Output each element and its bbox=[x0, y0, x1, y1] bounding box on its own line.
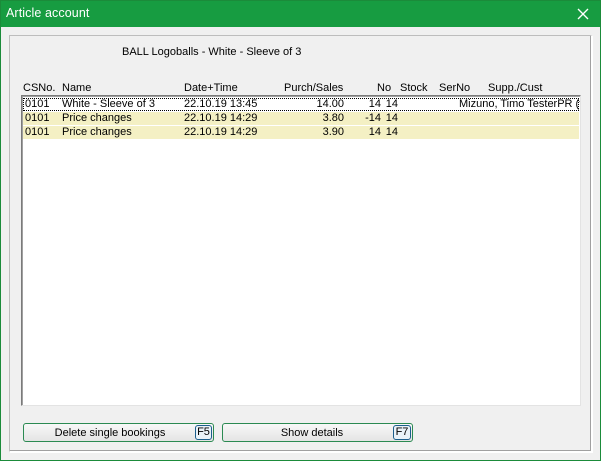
column-header-purch-sales[interactable]: Purch/Sales bbox=[284, 82, 343, 94]
details-button-label: Show details bbox=[280, 427, 344, 439]
table-row[interactable]: 0101 Price changes 22.10.19 14:29 3.80 -… bbox=[23, 112, 579, 125]
cell-name: White - Sleeve of 3 bbox=[62, 98, 155, 110]
table-row[interactable]: 0101 Price changes 22.10.19 14:29 3.90 1… bbox=[23, 126, 579, 139]
table-row[interactable]: 0101 White - Sleeve of 3 22.10.19 13:45 … bbox=[23, 98, 581, 111]
cell-no: 14 bbox=[385, 112, 398, 124]
cell-price: 3.90 bbox=[322, 126, 344, 138]
cell-datetime: 22.10.19 13:45 bbox=[184, 98, 258, 110]
cell-price: 3.80 bbox=[322, 112, 344, 124]
cell-csno: 0101 bbox=[25, 112, 50, 124]
close-icon bbox=[577, 8, 589, 20]
column-header-stock[interactable]: Stock bbox=[400, 82, 428, 94]
column-header-datetime[interactable]: Date+Time bbox=[184, 82, 238, 94]
cell-name: Price changes bbox=[62, 126, 132, 138]
column-header-name[interactable]: Name bbox=[62, 82, 91, 94]
column-header-serno[interactable]: SerNo bbox=[439, 82, 470, 94]
title-bar[interactable]: Article account bbox=[1, 1, 600, 27]
article-heading: BALL Logoballs - White - Sleeve of 3 bbox=[122, 46, 302, 58]
cell-csno: 0101 bbox=[25, 126, 50, 138]
shortcut-f7-badge: F7 bbox=[393, 425, 411, 440]
cell-no: 14 bbox=[385, 98, 398, 110]
cell-price: 14.00 bbox=[316, 98, 344, 110]
bookings-list[interactable]: 0101 White - Sleeve of 3 22.10.19 13:45 … bbox=[21, 95, 581, 406]
show-details-button[interactable]: Show details F7 bbox=[222, 423, 413, 442]
cell-csno: 0101 bbox=[25, 98, 50, 110]
cell-supp-cust: Mizuno, Timo TesterPR (t bbox=[459, 98, 581, 110]
delete-single-bookings-button[interactable]: Delete single bookings F5 bbox=[23, 423, 214, 442]
delete-button-label: Delete single bookings bbox=[54, 427, 166, 439]
window-title: Article account bbox=[6, 6, 90, 20]
list-header: CSNo. Name Date+Time Purch/Sales No Stoc… bbox=[1, 82, 601, 96]
cell-name: Price changes bbox=[62, 112, 132, 124]
cell-datetime: 22.10.19 14:29 bbox=[184, 126, 258, 138]
column-header-no[interactable]: No bbox=[377, 82, 391, 94]
article-account-window: Article account BALL Logoballs - White -… bbox=[0, 0, 601, 461]
close-button[interactable] bbox=[566, 1, 600, 27]
cell-datetime: 22.10.19 14:29 bbox=[184, 112, 258, 124]
column-header-supp-cust[interactable]: Supp./Cust bbox=[488, 82, 542, 94]
column-header-csno[interactable]: CSNo. bbox=[23, 82, 55, 94]
cell-no: 14 bbox=[385, 126, 398, 138]
shortcut-f5-badge: F5 bbox=[195, 425, 212, 440]
